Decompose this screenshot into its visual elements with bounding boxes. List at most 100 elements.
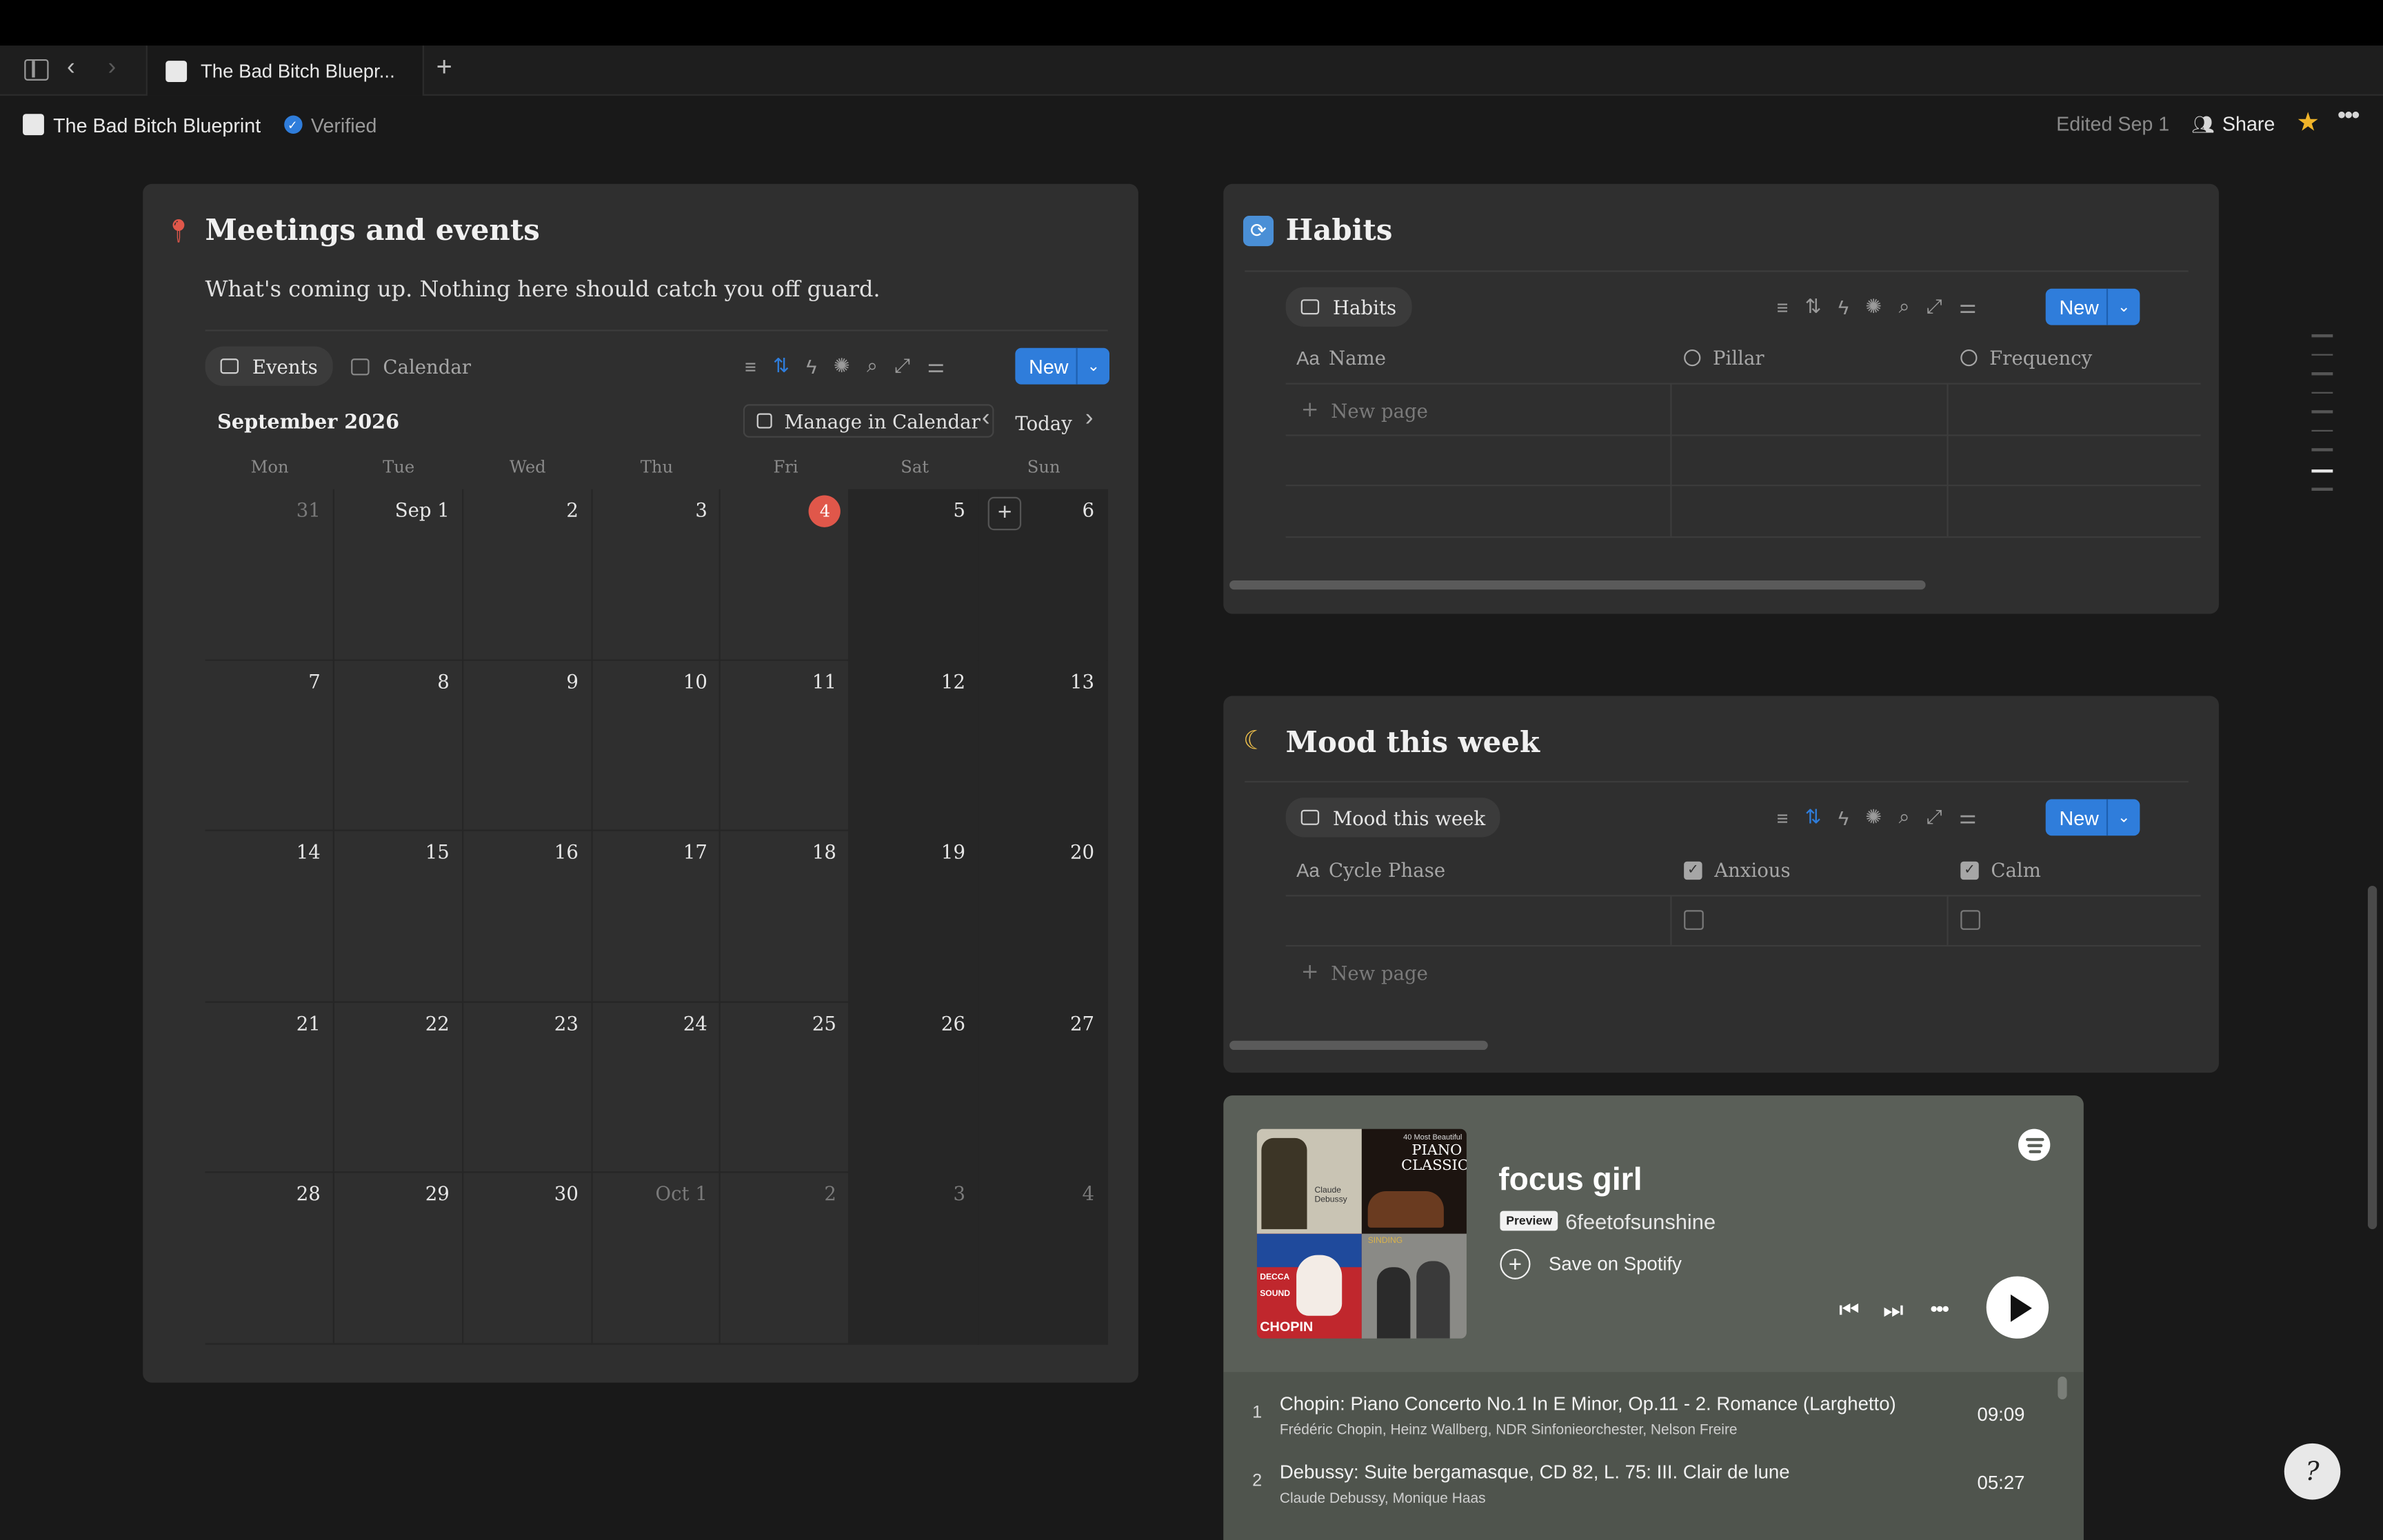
calendar-day-cell[interactable]: 26 <box>849 1002 979 1174</box>
chevron-down-icon[interactable]: ⌄ <box>2106 288 2140 325</box>
calendar-day-cell[interactable]: 21 <box>205 1002 334 1174</box>
calendar-day-cell[interactable]: 11 <box>721 660 850 831</box>
new-button[interactable]: New ⌄ <box>1015 347 1109 385</box>
previous-track-icon[interactable]: ⏮︎ <box>1839 1297 1860 1323</box>
share-button[interactable]: 👥︎ Share <box>2191 112 2275 135</box>
calendar-day-cell[interactable]: 28 <box>205 1173 334 1345</box>
calendar-day-cell[interactable]: 10 <box>592 660 721 831</box>
column-header-calm[interactable]: ✓ Calm <box>1960 858 2041 881</box>
view-tab-events[interactable]: Events <box>205 346 333 386</box>
search-icon[interactable]: ⌕ <box>867 354 878 378</box>
calendar-day-cell[interactable]: 8 <box>334 660 463 831</box>
add-event-icon[interactable]: + <box>987 496 1022 531</box>
sidebar-toggle-icon[interactable] <box>24 59 49 81</box>
calendar-day-cell[interactable]: 3 <box>592 489 721 660</box>
new-tab-icon[interactable]: + <box>436 52 452 83</box>
calendar-day-cell[interactable]: 20 <box>978 831 1108 1003</box>
search-icon[interactable]: ⌕ <box>1899 805 1910 829</box>
calendar-day-cell[interactable]: 17 <box>592 831 721 1003</box>
calendar-day-cell[interactable]: 27 <box>978 1002 1108 1174</box>
calendar-day-cell[interactable]: 12 <box>849 660 979 831</box>
calendar-day-cell[interactable]: 22 <box>334 1002 463 1174</box>
calendar-day-cell[interactable]: 5 <box>849 489 979 660</box>
calendar-day-cell[interactable]: 6 + <box>978 489 1108 660</box>
chevron-down-icon[interactable]: ⌄ <box>1076 347 1109 385</box>
chevron-down-icon[interactable]: ⌄ <box>2106 799 2140 836</box>
page-outline-nav[interactable] <box>2311 334 2335 496</box>
horizontal-scrollbar[interactable] <box>1229 1040 1488 1051</box>
more-icon[interactable]: ••• <box>2337 103 2360 131</box>
new-page-row[interactable]: + New page <box>1301 960 1428 984</box>
calendar-day-cell[interactable]: 15 <box>334 831 463 1003</box>
calendar-day-cell[interactable]: 18 <box>721 831 850 1003</box>
ai-sparkle-icon[interactable]: ✺ <box>834 354 850 378</box>
automation-icon[interactable]: ϟ <box>1838 806 1849 829</box>
calm-checkbox[interactable] <box>1960 910 1980 930</box>
more-options-icon[interactable]: ••• <box>1930 1296 1949 1320</box>
expand-icon[interactable]: ⤢ <box>1927 295 1942 319</box>
anxious-checkbox[interactable] <box>1684 910 1704 930</box>
new-button[interactable]: New ⌄ <box>2045 799 2140 836</box>
playlist-cover[interactable]: Claude Debussy 40 Most Beautiful PIANO C… <box>1256 1128 1467 1339</box>
calendar-day-cell[interactable]: 4 <box>978 1173 1108 1345</box>
expand-icon[interactable]: ⤢ <box>1927 805 1942 829</box>
calendar-day-cell[interactable]: 19 <box>849 831 979 1003</box>
settings-icon[interactable]: ⚌ <box>1959 295 1977 319</box>
save-on-spotify-button[interactable]: + Save on Spotify <box>1500 1248 1682 1279</box>
settings-icon[interactable]: ⚌ <box>1959 805 1977 829</box>
play-button[interactable] <box>1986 1276 2049 1339</box>
expand-icon[interactable]: ⤢ <box>894 354 910 378</box>
spotify-logo-icon[interactable] <box>2018 1128 2051 1161</box>
calendar-day-cell[interactable]: 16 <box>463 831 592 1003</box>
sort-icon[interactable]: ⇅ <box>773 354 790 378</box>
calendar-day-cell[interactable]: 31 <box>205 489 334 660</box>
calendar-day-cell[interactable]: 25 <box>721 1002 850 1174</box>
tab-page[interactable]: The Bad Bitch Bluepr... <box>145 45 424 96</box>
view-tab-calendar[interactable]: Calendar <box>351 356 471 378</box>
column-header-frequency[interactable]: Frequency <box>1960 347 2092 369</box>
search-icon[interactable]: ⌕ <box>1899 295 1910 319</box>
calendar-day-cell[interactable]: 13 <box>978 660 1108 831</box>
calendar-day-cell[interactable]: Sep 1 <box>334 489 463 660</box>
next-month-icon[interactable]: › <box>1085 405 1094 433</box>
calendar-day-cell[interactable]: 2 <box>463 489 592 660</box>
track-row[interactable]: 1 Chopin: Piano Concerto No.1 In E Minor… <box>1223 1393 2068 1454</box>
new-page-row[interactable]: + New page <box>1301 398 1428 422</box>
track-scrollbar[interactable] <box>2058 1376 2067 1399</box>
help-assistant-icon[interactable]: ? <box>2284 1443 2341 1500</box>
view-tab-habits[interactable]: Habits <box>1285 287 1412 327</box>
calendar-day-cell[interactable]: 7 <box>205 660 334 831</box>
filter-icon[interactable]: ≡ <box>745 355 756 378</box>
calendar-day-cell[interactable]: 24 <box>592 1002 721 1174</box>
playlist-owner[interactable]: 6feetofsunshine <box>1565 1209 1716 1233</box>
calendar-day-cell[interactable]: 9 <box>463 660 592 831</box>
verified-label[interactable]: Verified <box>311 113 377 136</box>
today-button[interactable]: Today <box>1015 412 1072 434</box>
calendar-day-cell[interactable]: 4 <box>721 489 850 660</box>
calendar-day-cell[interactable]: 29 <box>334 1173 463 1345</box>
filter-icon[interactable]: ≡ <box>1777 296 1789 318</box>
view-tab-mood[interactable]: Mood this week <box>1285 798 1501 838</box>
horizontal-scrollbar[interactable] <box>1229 580 1926 590</box>
calendar-day-cell[interactable]: 14 <box>205 831 334 1003</box>
filter-icon[interactable]: ≡ <box>1777 806 1789 829</box>
column-header-cycle-phase[interactable]: Aa Cycle Phase <box>1296 858 1445 881</box>
calendar-day-cell[interactable]: 23 <box>463 1002 592 1174</box>
next-track-icon[interactable]: ⏭︎ <box>1883 1297 1904 1323</box>
back-icon[interactable]: ‹ <box>67 54 75 82</box>
calendar-day-cell[interactable]: 2 <box>721 1173 850 1345</box>
vertical-scrollbar[interactable] <box>2367 885 2377 1230</box>
column-header-pillar[interactable]: Pillar <box>1684 347 1764 369</box>
calendar-day-cell[interactable]: 3 <box>849 1173 979 1345</box>
column-header-anxious[interactable]: ✓ Anxious <box>1684 858 1791 881</box>
manage-in-calendar-button[interactable]: Manage in Calendar <box>743 404 994 438</box>
settings-icon[interactable]: ⚌ <box>927 354 945 378</box>
ai-sparkle-icon[interactable]: ✺ <box>1865 295 1882 319</box>
ai-sparkle-icon[interactable]: ✺ <box>1865 805 1882 829</box>
sort-icon[interactable]: ⇅ <box>1805 805 1822 829</box>
prev-month-icon[interactable]: ‹ <box>982 405 990 433</box>
automation-icon[interactable]: ϟ <box>806 355 816 378</box>
sort-icon[interactable]: ⇅ <box>1805 295 1822 319</box>
breadcrumb-title[interactable]: The Bad Bitch Blueprint <box>53 113 261 136</box>
playlist-title[interactable]: focus girl <box>1498 1162 1642 1199</box>
